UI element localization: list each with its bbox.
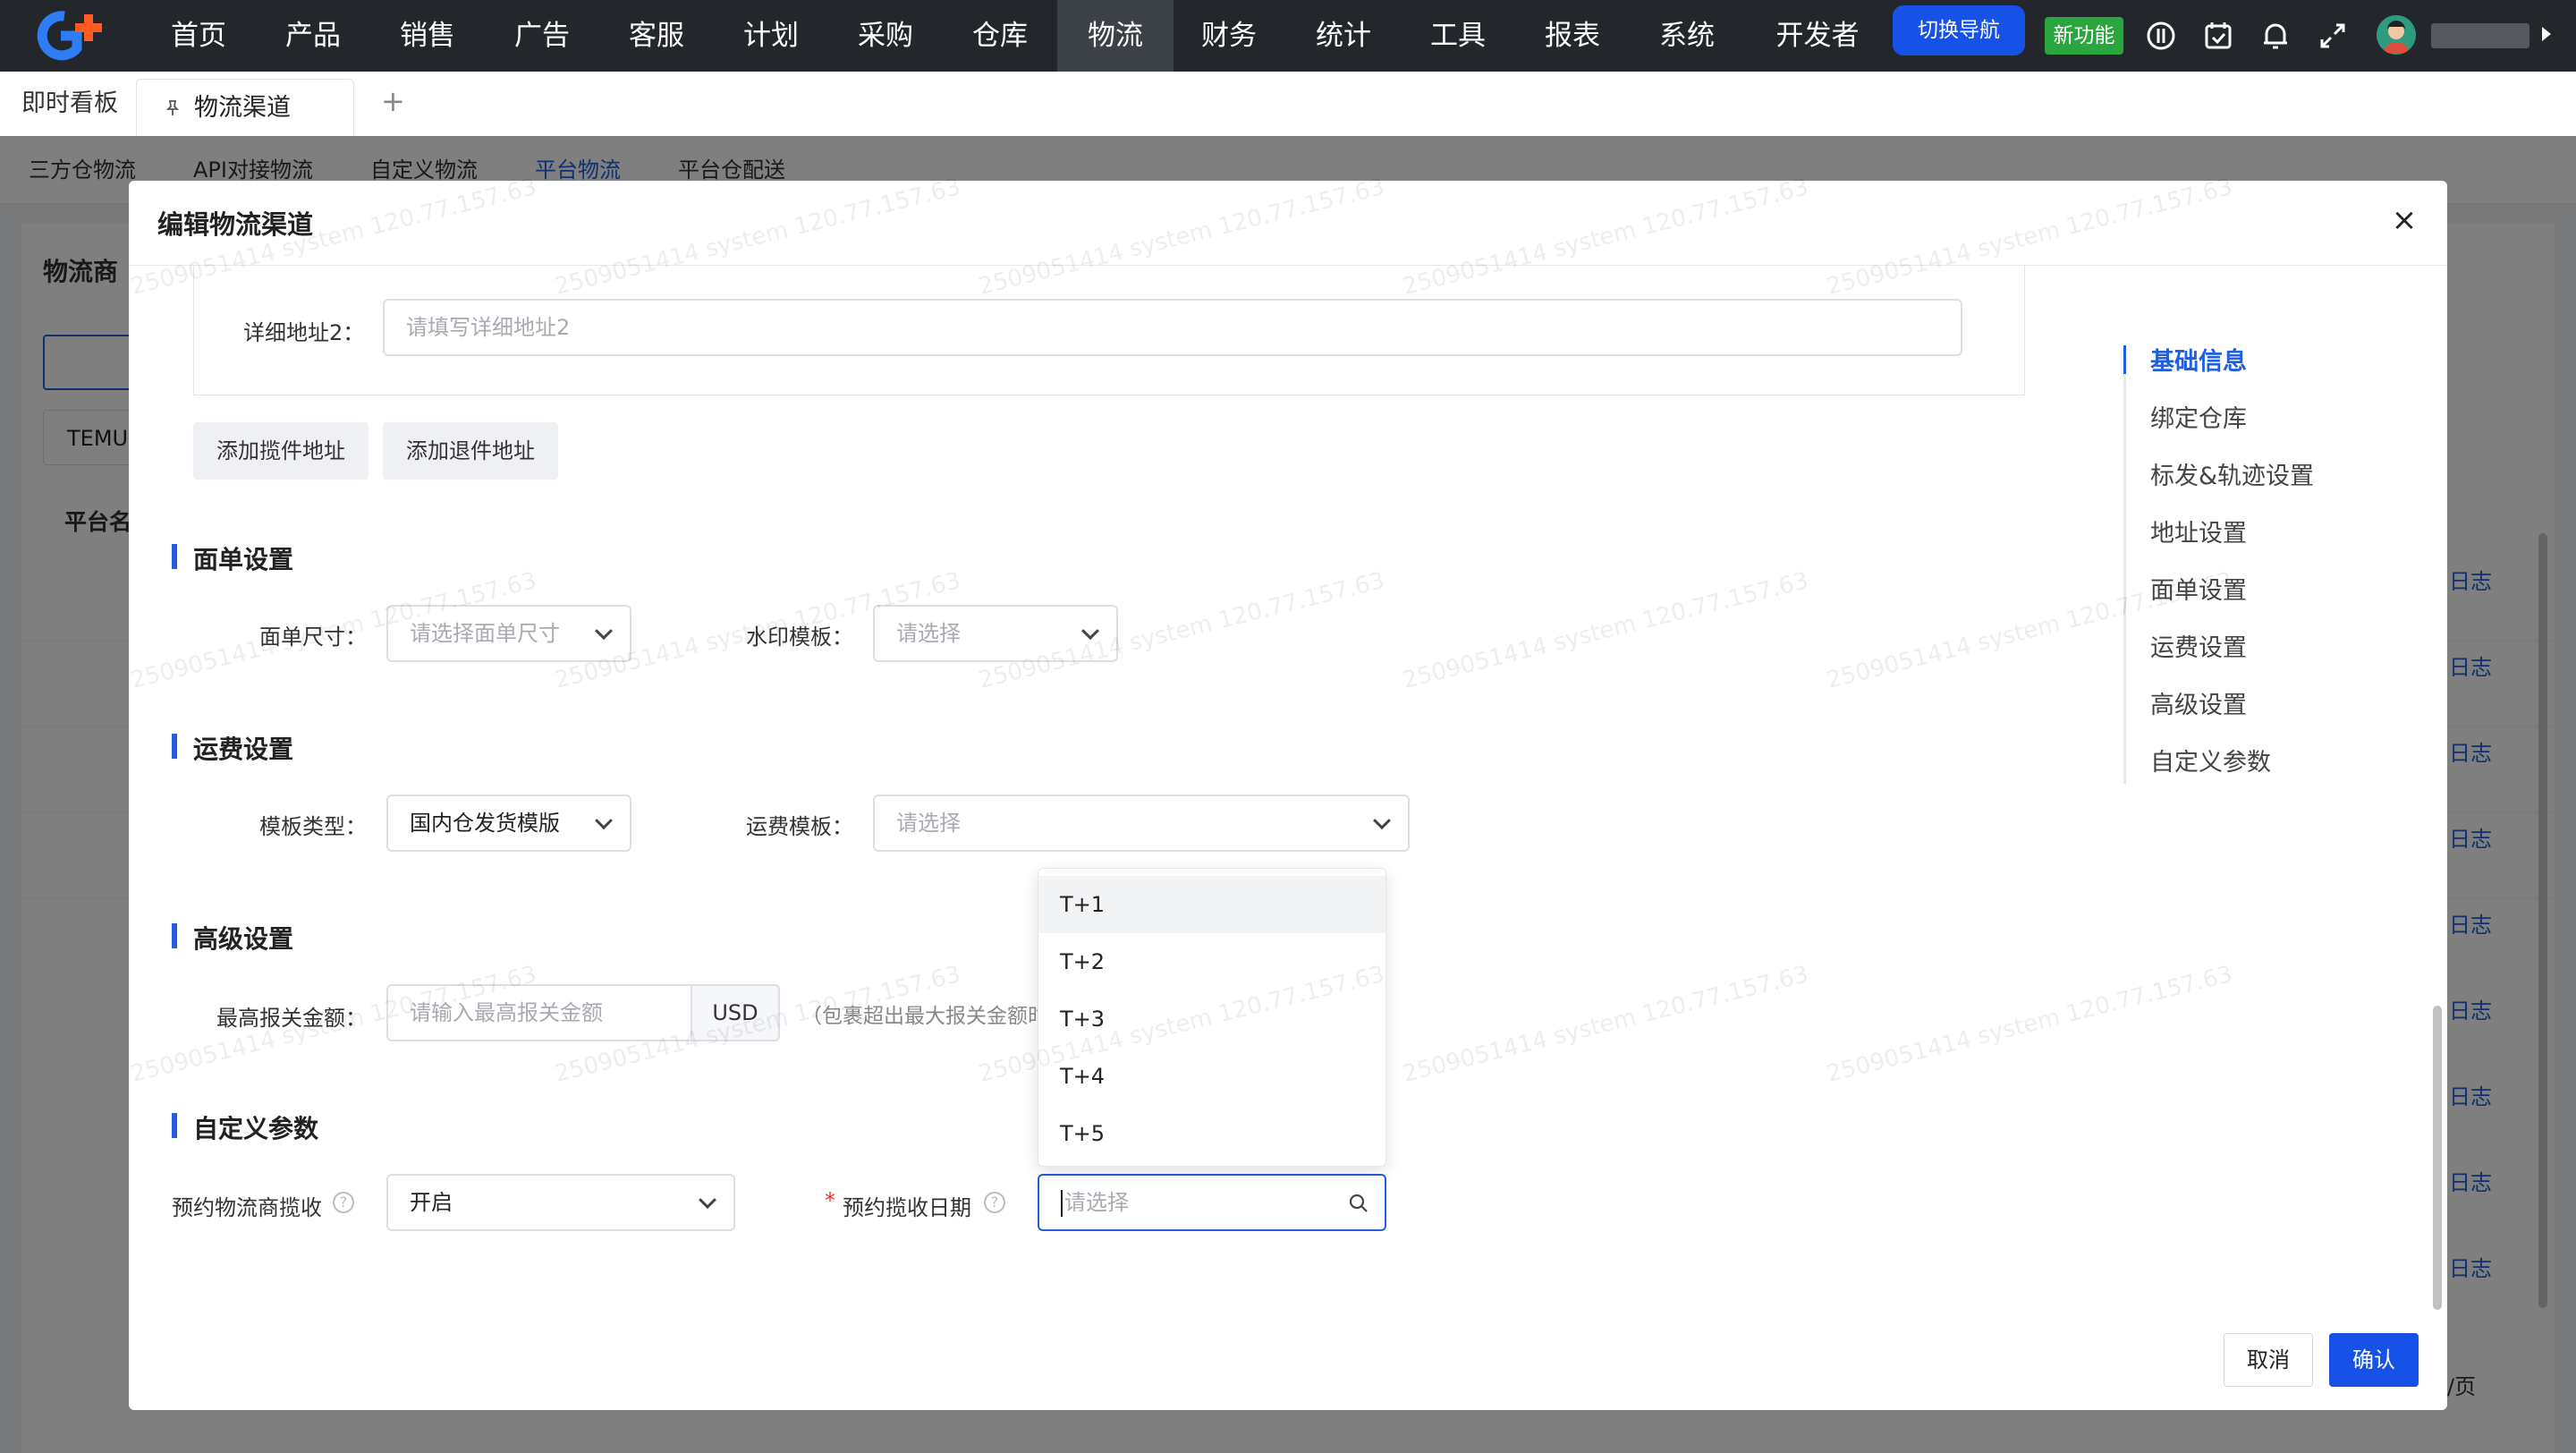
max-declare-hint: （包裹超出最大报关金额时 <box>801 1005 1048 1028</box>
chevron-down-icon <box>595 811 613 830</box>
pickup-date-placeholder: 请选择 <box>1064 1190 1129 1215</box>
section-marker <box>172 544 177 569</box>
dropdown-option[interactable]: T+2 <box>1038 933 1385 990</box>
cancel-button[interactable]: 取消 <box>2224 1333 2313 1387</box>
nav-sales[interactable]: 销售 <box>386 0 469 72</box>
pickup-date-label: 预约揽收日期 <box>843 1195 971 1220</box>
nav-developer[interactable]: 开发者 <box>1764 0 1871 72</box>
chevron-down-icon <box>1373 811 1391 830</box>
nav-reports[interactable]: 报表 <box>1531 0 1614 72</box>
nav-purchase[interactable]: 采购 <box>844 0 927 72</box>
search-icon <box>1349 1194 1368 1212</box>
anchor-nav-indicator <box>2123 345 2126 374</box>
tab-label: 物流渠道 <box>194 94 291 122</box>
template-type-select[interactable]: 国内仓发货模版 <box>386 794 631 852</box>
waybill-size-label: 面单尺寸： <box>259 625 367 650</box>
waybill-size-placeholder: 请选择面单尺寸 <box>410 621 560 646</box>
dropdown-option[interactable]: T+3 <box>1038 990 1385 1048</box>
advanced-section-title: 高级设置 <box>193 924 294 954</box>
calendar-check-icon[interactable] <box>2200 18 2236 54</box>
template-type-value: 国内仓发货模版 <box>410 811 560 836</box>
section-marker <box>172 734 177 759</box>
add-tab-button[interactable]: + <box>381 84 405 118</box>
watermark-placeholder: 请选择 <box>896 621 961 646</box>
nav-ads[interactable]: 广告 <box>501 0 583 72</box>
nav-service[interactable]: 客服 <box>615 0 698 72</box>
freight-template-placeholder: 请选择 <box>896 811 961 836</box>
switch-nav-button[interactable]: 切换导航 <box>1893 5 2025 55</box>
freight-template-select[interactable]: 请选择 <box>873 794 1410 852</box>
anchor-basic-info[interactable]: 基础信息 <box>2150 342 2247 377</box>
required-asterisk: * <box>825 1188 835 1213</box>
address2-label: 详细地址2： <box>243 320 365 345</box>
anchor-freight-settings[interactable]: 运费设置 <box>2150 628 2247 663</box>
pin-icon[interactable] <box>164 99 182 117</box>
add-return-address-button[interactable]: 添加退件地址 <box>383 422 558 480</box>
confirm-button[interactable]: 确认 <box>2329 1333 2419 1387</box>
anchor-bind-warehouse[interactable]: 绑定仓库 <box>2150 399 2247 434</box>
pickup-date-select[interactable]: 请选择 <box>1038 1174 1386 1231</box>
section-marker <box>172 923 177 948</box>
avatar-icon <box>2377 15 2416 55</box>
anchor-custom-params[interactable]: 自定义参数 <box>2150 743 2271 777</box>
currency-addon: USD <box>691 984 780 1041</box>
nav-plan[interactable]: 计划 <box>730 0 812 72</box>
anchor-shipping-tracking[interactable]: 标发&轨迹设置 <box>2150 456 2314 491</box>
address2-input[interactable]: 请填写详细地址2 <box>383 299 1962 356</box>
modal-scrollbar[interactable] <box>2433 1006 2442 1310</box>
nav-statistics[interactable]: 统计 <box>1302 0 1385 72</box>
section-marker <box>172 1113 177 1138</box>
waybill-section-title: 面单设置 <box>193 545 294 574</box>
text-cursor <box>1061 1190 1063 1217</box>
custom-params-section-title: 自定义参数 <box>193 1114 319 1143</box>
caret-right-icon[interactable] <box>2542 27 2551 41</box>
dropdown-option[interactable]: T+5 <box>1038 1105 1385 1162</box>
help-icon[interactable]: ? <box>984 1192 1005 1213</box>
bell-icon[interactable] <box>2258 18 2293 54</box>
anchor-nav-track <box>2123 345 2126 784</box>
template-type-label: 模板类型： <box>259 814 367 839</box>
nav-tools[interactable]: 工具 <box>1417 0 1499 72</box>
close-icon[interactable]: × <box>2386 202 2422 238</box>
dropdown-option[interactable]: T+4 <box>1038 1048 1385 1105</box>
anchor-address-settings[interactable]: 地址设置 <box>2150 514 2247 548</box>
username-redacted[interactable] <box>2431 23 2529 48</box>
freight-template-label: 运费模板： <box>746 814 853 839</box>
nav-finance[interactable]: 财务 <box>1188 0 1270 72</box>
tab-logistics-channel[interactable]: 物流渠道 <box>136 79 354 136</box>
booking-pickup-value: 开启 <box>410 1190 453 1215</box>
chevron-down-icon <box>595 622 613 641</box>
brand-logo[interactable] <box>30 9 114 63</box>
nav-logistics[interactable]: 物流 <box>1057 0 1174 72</box>
nav-home[interactable]: 首页 <box>157 0 240 72</box>
address2-placeholder: 请填写详细地址2 <box>406 315 571 340</box>
help-icon[interactable]: ? <box>333 1192 354 1213</box>
chevron-down-icon <box>1081 622 1099 641</box>
anchor-waybill-settings[interactable]: 面单设置 <box>2150 571 2247 606</box>
freight-section-title: 运费设置 <box>193 735 294 764</box>
max-declare-placeholder: 请输入最高报关金额 <box>410 1000 603 1025</box>
edit-logistics-channel-modal: 编辑物流渠道 × 详细地址2： 请填写详细地址2 添加揽件地址 添加退件地址 面… <box>129 181 2447 1410</box>
booking-pickup-label: 预约物流商揽收 <box>172 1195 322 1220</box>
max-declare-input[interactable]: 请输入最高报关金额 <box>386 984 692 1041</box>
pickup-date-dropdown: T+1 T+2 T+3 T+4 T+5 <box>1038 868 1386 1167</box>
waybill-size-select[interactable]: 请选择面单尺寸 <box>386 605 631 662</box>
watermark-label: 水印模板： <box>746 625 853 650</box>
user-avatar[interactable] <box>2377 15 2416 55</box>
modal-title: 编辑物流渠道 <box>157 209 314 240</box>
booking-pickup-select[interactable]: 开启 <box>386 1174 735 1231</box>
fullscreen-icon[interactable] <box>2315 18 2351 54</box>
performance-icon[interactable] <box>2143 18 2179 54</box>
max-declare-label: 最高报关金额： <box>216 1006 367 1031</box>
nav-system[interactable]: 系统 <box>1646 0 1728 72</box>
anchor-advanced-settings[interactable]: 高级设置 <box>2150 685 2247 720</box>
chevron-down-icon <box>699 1191 716 1210</box>
new-feature-badge[interactable]: 新功能 <box>2045 17 2123 55</box>
add-pickup-address-button[interactable]: 添加揽件地址 <box>193 422 369 480</box>
dropdown-option[interactable]: T+1 <box>1038 876 1385 933</box>
tab-dashboard[interactable]: 即时看板 <box>21 72 118 136</box>
watermark-select[interactable]: 请选择 <box>873 605 1118 662</box>
nav-warehouse[interactable]: 仓库 <box>959 0 1041 72</box>
nav-products[interactable]: 产品 <box>272 0 354 72</box>
